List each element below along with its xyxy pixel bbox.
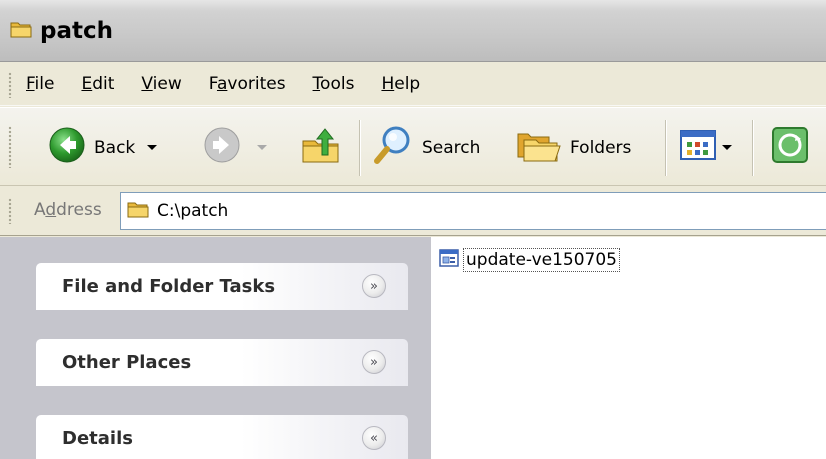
toolbar-separator [359, 120, 361, 176]
expand-chevron-icon[interactable]: » [362, 274, 386, 298]
search-label: Search [422, 137, 481, 158]
sync-icon [770, 125, 810, 170]
back-dropdown-icon[interactable] [147, 145, 158, 150]
executable-file-icon [439, 248, 459, 272]
address-input[interactable]: C:\patch [120, 192, 826, 230]
up-folder-icon [300, 125, 342, 170]
menu-help[interactable]: Help [381, 74, 420, 94]
folders-button[interactable]: Folders [516, 108, 631, 187]
task-group-title: Details [62, 428, 133, 449]
task-group-file-and-folder-tasks[interactable]: File and Folder Tasks » [36, 263, 408, 310]
task-pane: File and Folder Tasks » Other Places » D… [0, 237, 431, 459]
toolbar-separator [752, 120, 754, 176]
views-icon [680, 130, 716, 165]
back-button[interactable]: Back [48, 108, 158, 187]
file-item[interactable]: update-ve150705 [439, 248, 620, 272]
search-button[interactable]: Search [372, 108, 480, 187]
folders-label: Folders [570, 137, 632, 158]
views-dropdown-icon[interactable] [722, 145, 732, 150]
search-icon [372, 123, 416, 172]
forward-arrow-icon [203, 126, 241, 169]
forward-button[interactable] [203, 108, 267, 187]
title-bar: patch [0, 0, 826, 62]
address-grip[interactable] [8, 198, 12, 224]
window-title: patch [40, 17, 113, 44]
file-name: update-ve150705 [463, 248, 620, 272]
menu-favorites[interactable]: Favorites [209, 74, 286, 94]
task-group-title: Other Places [62, 352, 192, 373]
menu-tools[interactable]: Tools [313, 74, 355, 94]
toolbar-separator [665, 120, 667, 176]
task-group-title: File and Folder Tasks [62, 276, 276, 297]
folder-icon [10, 20, 32, 42]
folders-icon [516, 126, 562, 169]
address-value: C:\patch [157, 201, 229, 221]
back-arrow-icon [48, 126, 86, 169]
menu-edit[interactable]: Edit [81, 74, 114, 94]
sync-button[interactable] [770, 108, 810, 187]
back-label: Back [94, 137, 136, 158]
toolbar-grip[interactable] [8, 126, 12, 168]
menu-view[interactable]: View [141, 74, 181, 94]
expand-chevron-icon[interactable]: » [362, 350, 386, 374]
menu-grip[interactable] [8, 72, 12, 98]
views-button[interactable] [680, 108, 732, 187]
menu-bar: File Edit View Favorites Tools Help [0, 62, 826, 106]
standard-toolbar: Back Search Folders [0, 107, 826, 186]
address-bar: Address C:\patch [0, 186, 826, 236]
menu-file[interactable]: File [26, 74, 54, 94]
file-list-view[interactable]: update-ve150705 [431, 237, 826, 459]
folder-icon [127, 200, 149, 222]
address-label: Address [34, 200, 102, 220]
forward-dropdown-icon[interactable] [257, 145, 267, 150]
up-folder-button[interactable] [300, 108, 342, 187]
collapse-chevron-icon[interactable]: « [362, 426, 386, 450]
task-group-other-places[interactable]: Other Places » [36, 339, 408, 386]
task-group-details[interactable]: Details « [36, 415, 408, 459]
